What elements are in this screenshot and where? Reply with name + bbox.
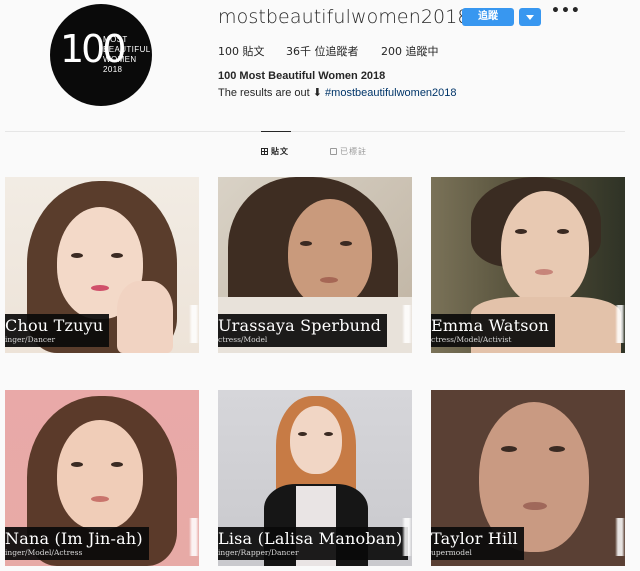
rank-number-mark: [402, 518, 412, 556]
post-role: inger/Model/Actress: [5, 548, 83, 557]
rank-number-mark: [615, 305, 625, 343]
post-tile[interactable]: Urassaya Sperbund ctress/Model: [218, 177, 412, 353]
post-caption: Nana (Im Jin-ah) inger/Model/Actress: [5, 527, 149, 560]
suggestions-dropdown-button[interactable]: [519, 8, 541, 26]
following-count[interactable]: 200 追蹤中: [381, 43, 439, 59]
post-tile[interactable]: Taylor Hill upermodel: [431, 390, 625, 566]
tab-posts[interactable]: 貼文: [261, 146, 289, 157]
post-role: inger/Dancer: [5, 335, 56, 344]
post-name: Urassaya Sperbund: [218, 316, 382, 335]
post-role: ctress/Model: [218, 335, 268, 344]
post-role: ctress/Model/Activist: [431, 335, 512, 344]
tab-tagged-label: 已標註: [340, 147, 367, 156]
post-caption: Urassaya Sperbund ctress/Model: [218, 314, 388, 347]
tab-tagged[interactable]: 已標註: [330, 146, 367, 157]
post-caption: Taylor Hill upermodel: [431, 527, 524, 560]
rank-number-mark: [189, 518, 199, 556]
rank-number-mark: [402, 305, 412, 343]
more-options-icon[interactable]: •••: [551, 4, 580, 18]
post-caption: Lisa (Lalisa Manoban) inger/Rapper/Dance…: [218, 527, 409, 560]
post-caption: Emma Watson ctress/Model/Activist: [431, 314, 556, 347]
avatar-words: MOST BEAUTIFUL WOMEN 2018: [103, 35, 151, 74]
bio-text: The results are out ⬇: [218, 87, 326, 99]
post-name: Taylor Hill: [431, 529, 518, 548]
post-tile[interactable]: Nana (Im Jin-ah) inger/Model/Actress: [5, 390, 199, 566]
posts-count[interactable]: 100 貼文: [218, 43, 265, 59]
rank-number-mark: [615, 518, 625, 556]
post-role: upermodel: [431, 548, 472, 557]
followers-count[interactable]: 36千 位追蹤者: [286, 43, 359, 59]
profile-bio: The results are out ⬇ #mostbeautifulwome…: [218, 86, 457, 99]
post-tile[interactable]: Lisa (Lalisa Manoban) inger/Rapper/Dance…: [218, 390, 412, 566]
tab-posts-label: 貼文: [271, 147, 289, 156]
post-name: Lisa (Lalisa Manoban): [218, 529, 403, 548]
follow-button[interactable]: 追蹤: [462, 8, 514, 26]
post-name: Emma Watson: [431, 316, 550, 335]
profile-username: mostbeautifulwomen2018: [218, 6, 470, 28]
post-name: Chou Tzuyu: [5, 316, 104, 335]
active-tab-indicator: [261, 131, 291, 132]
grid-icon: [261, 148, 268, 155]
profile-avatar[interactable]: 100 MOST BEAUTIFUL WOMEN 2018: [50, 4, 152, 106]
post-tile[interactable]: Emma Watson ctress/Model/Activist: [431, 177, 625, 353]
tag-icon: [330, 148, 337, 155]
bio-hashtag-link[interactable]: #mostbeautifulwomen2018: [325, 87, 456, 99]
post-caption: Chou Tzuyu inger/Dancer: [5, 314, 110, 347]
post-role: inger/Rapper/Dancer: [218, 548, 299, 557]
post-tile[interactable]: Chou Tzuyu inger/Dancer: [5, 177, 199, 353]
profile-full-name: 100 Most Beautiful Women 2018: [218, 70, 386, 82]
rank-number-mark: [189, 305, 199, 343]
tabs-divider: [5, 131, 625, 132]
post-name: Nana (Im Jin-ah): [5, 529, 143, 548]
